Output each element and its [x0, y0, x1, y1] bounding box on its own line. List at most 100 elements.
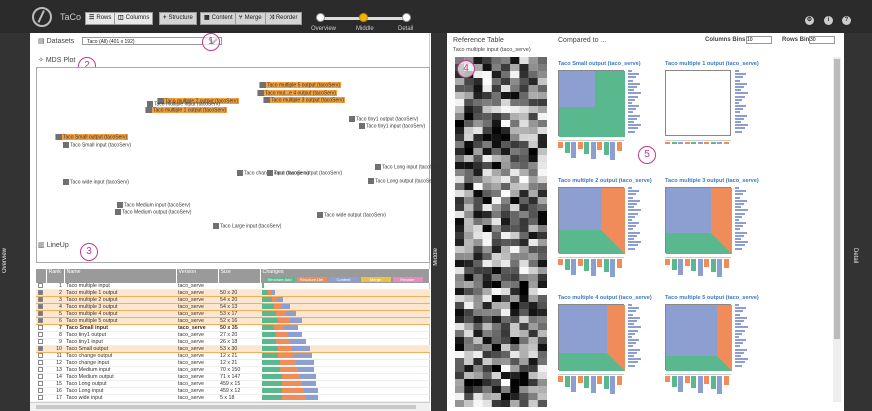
mds-point[interactable]: [260, 82, 266, 88]
comparison-matrix[interactable]: [665, 70, 731, 136]
row-checkbox-cell[interactable]: [36, 345, 46, 354]
table-row[interactable]: 4 Taco multiple 3 output taco_serve 54 x 13: [36, 303, 430, 312]
content-button[interactable]: ▦ Content: [200, 12, 237, 25]
mds-point[interactable]: [267, 170, 273, 176]
comparison-title[interactable]: Taco multiple 5 output (taco_serve): [665, 295, 759, 301]
table-row[interactable]: 1 Taco multiple input taco_serve: [36, 283, 430, 291]
row-checkbox-cell[interactable]: [36, 317, 46, 326]
table-row[interactable]: 9 Taco tiny1 input taco_serve 26 x 18: [36, 338, 430, 347]
row-checkbox[interactable]: [38, 325, 43, 331]
row-checkbox[interactable]: [38, 367, 43, 373]
comparison-title[interactable]: Taco multiple 1 output (taco_serve): [665, 61, 759, 67]
table-row[interactable]: 15 Taco Long output taco_serve 459 x 15: [36, 380, 430, 389]
size-column-header[interactable]: Size: [218, 269, 261, 283]
row-checkbox[interactable]: [38, 374, 43, 380]
slider-knob-detail[interactable]: [402, 13, 411, 22]
comparison-matrix[interactable]: [665, 304, 732, 371]
mds-node[interactable]: Taco Long output (tacoServ): [368, 178, 438, 184]
structure-button[interactable]: + Structure: [159, 12, 197, 25]
row-checkbox-cell[interactable]: [36, 394, 46, 403]
mds-point[interactable]: [375, 164, 381, 170]
mds-node[interactable]: Taco multiple 3 output (tacoServ): [263, 97, 346, 104]
mds-node[interactable]: Taco multiple 1 output (tacoServ): [145, 107, 228, 114]
mds-node[interactable]: Taco tiny1 input (tacoServ): [359, 123, 425, 129]
info-icon[interactable]: i: [824, 16, 833, 25]
mds-node[interactable]: Taco change output (tacoServ): [267, 170, 342, 176]
table-row[interactable]: 12 Taco change input taco_serve 12 x 21: [36, 359, 430, 368]
row-checkbox-cell[interactable]: [36, 296, 46, 305]
table-row[interactable]: 16 Taco Long input taco_serve 459 x 12: [36, 387, 430, 396]
slider-knob-middle[interactable]: [359, 13, 368, 22]
scrollbar-thumb[interactable]: [36, 405, 416, 409]
reorder-button[interactable]: ⤨ Reorder: [265, 12, 302, 25]
table-row[interactable]: 2 Taco multiple 1 output taco_serve 50 x 20: [36, 289, 430, 298]
comparison-title[interactable]: Taco multiple 4 output (taco_serve): [558, 295, 652, 301]
row-checkbox[interactable]: [38, 381, 43, 387]
mds-point[interactable]: [146, 107, 152, 113]
row-checkbox-cell[interactable]: [36, 303, 46, 312]
scrollbar-thumb[interactable]: [834, 59, 840, 339]
name-column-header[interactable]: Name: [64, 269, 177, 283]
columns-bins-input[interactable]: [746, 36, 772, 44]
mds-node[interactable]: Taco tiny1 output (tacoServ): [349, 116, 418, 122]
change-chip[interactable]: Reorder: [392, 277, 423, 282]
row-checkbox[interactable]: [38, 290, 43, 296]
table-row[interactable]: 3 Taco multiple 2 output taco_serve 54 x 20: [36, 296, 430, 305]
row-checkbox-cell[interactable]: [36, 310, 46, 319]
row-checkbox[interactable]: [38, 353, 43, 359]
comparison-matrix[interactable]: [558, 304, 625, 371]
row-checkbox-cell[interactable]: [36, 366, 46, 375]
row-checkbox[interactable]: [38, 339, 43, 345]
vertical-scrollbar[interactable]: [833, 57, 841, 402]
version-column-header[interactable]: Version: [176, 269, 219, 283]
mds-point[interactable]: [359, 123, 365, 129]
mds-point[interactable]: [147, 101, 153, 107]
select-column-header[interactable]: [36, 269, 47, 283]
row-checkbox[interactable]: [38, 360, 43, 366]
mds-point[interactable]: [213, 223, 219, 229]
table-row[interactable]: 11 Taco change output taco_serve 12 x 21: [36, 352, 430, 361]
mds-point[interactable]: [117, 202, 123, 208]
merge-button[interactable]: ⑂ Merge: [235, 12, 266, 25]
change-chip[interactable]: Content: [328, 277, 359, 282]
mds-node[interactable]: Taco Medium input (tacoServ): [117, 202, 190, 208]
table-row[interactable]: 10 Taco Small output taco_serve 53 x 30: [36, 345, 430, 354]
row-checkbox[interactable]: [38, 304, 43, 310]
mds-node[interactable]: Taco Large input (tacoServ): [213, 223, 281, 229]
row-checkbox-cell[interactable]: [36, 387, 46, 396]
row-checkbox[interactable]: [38, 388, 43, 394]
mds-point[interactable]: [349, 116, 355, 122]
mds-point[interactable]: [115, 209, 121, 215]
mds-point[interactable]: [368, 178, 374, 184]
reference-heatmap[interactable]: [455, 57, 547, 407]
mds-node[interactable]: Taco multiple 5 output (tacoServ): [259, 82, 342, 89]
table-row[interactable]: 5 Taco multiple 4 output taco_serve 53 x 17: [36, 310, 430, 319]
mds-node[interactable]: Taco Small input (tacoServ): [63, 142, 131, 148]
comparison-matrix[interactable]: [558, 70, 625, 137]
comparison-title[interactable]: Taco multiple 3 output (taco_serve): [665, 178, 759, 184]
row-checkbox-cell[interactable]: [36, 289, 46, 298]
change-chip[interactable]: Merge: [360, 277, 391, 282]
mds-node[interactable]: Taco mul...e 4 output (tacoServ): [257, 90, 337, 97]
mds-plot[interactable]: Taco multiple 5 output (tacoServ) Taco mu…: [36, 67, 442, 263]
table-row[interactable]: 17 Taco wide input taco_serve 5 x 18: [36, 394, 430, 403]
mds-point[interactable]: [56, 134, 62, 140]
row-checkbox[interactable]: [38, 297, 43, 303]
mds-node[interactable]: Taco Small output (tacoServ): [55, 134, 129, 141]
mds-point[interactable]: [258, 90, 264, 96]
table-row[interactable]: 8 Taco tiny1 output taco_serve 27 x 20: [36, 331, 430, 340]
mds-point[interactable]: [237, 170, 243, 176]
slider-knob-overview[interactable]: [316, 13, 325, 22]
rows-button[interactable]: ☰ Rows: [85, 12, 116, 25]
row-checkbox[interactable]: [38, 332, 43, 338]
change-chip[interactable]: Structure Del: [296, 277, 327, 282]
comparison-title[interactable]: Taco multiple 2 output (taco_serve): [558, 178, 652, 184]
row-checkbox-cell[interactable]: [36, 283, 46, 291]
mds-node[interactable]: Taco Long input (tacoServ): [375, 164, 442, 170]
table-row[interactable]: 13 Taco Medium input taco_serve 70 x 150: [36, 366, 430, 375]
rows-bins-input[interactable]: [809, 36, 835, 44]
overview-sidebar[interactable]: Overview: [0, 33, 30, 411]
help-icon[interactable]: ?: [842, 16, 851, 25]
mds-point[interactable]: [264, 97, 270, 103]
row-checkbox-cell[interactable]: [36, 373, 46, 382]
